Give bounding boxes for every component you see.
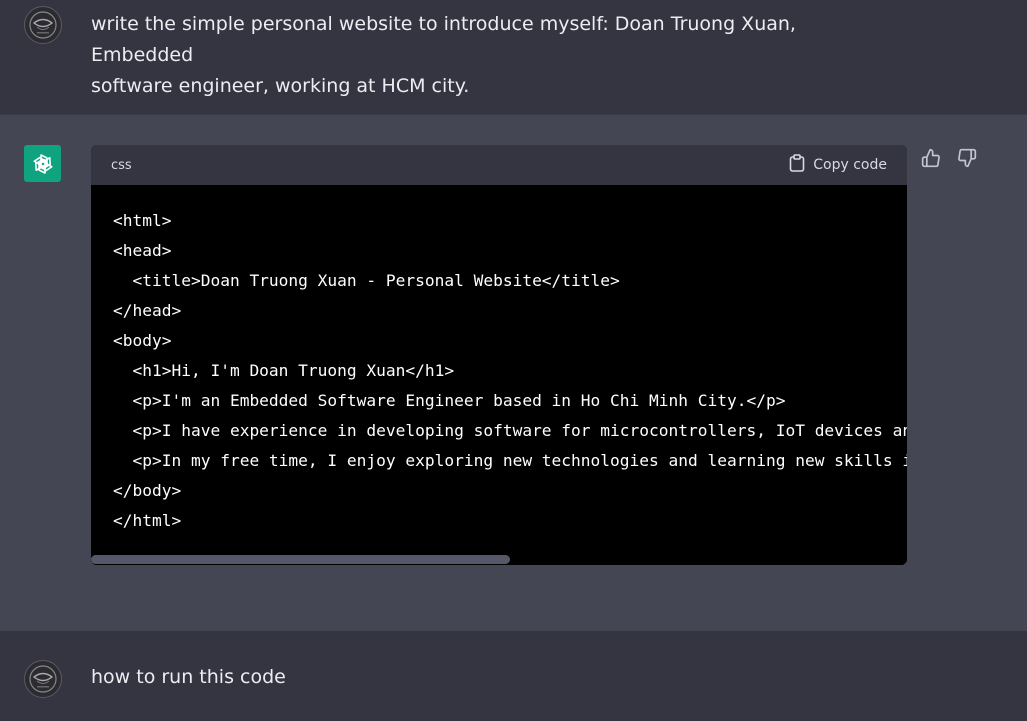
openai-logo-icon [24, 145, 61, 182]
code-line: <p>I have experience in developing softw… [113, 421, 907, 440]
code-line: </body> [113, 481, 182, 500]
code-content: <html> <head> <title>Doan Truong Xuan - … [91, 185, 907, 565]
assistant-message: css Copy code <html> <head> <title>Doan … [0, 114, 1027, 631]
scrollbar-thumb[interactable] [91, 555, 510, 564]
thumbs-up-icon [921, 148, 941, 172]
feedback-buttons [920, 148, 978, 172]
user-message-line-2: software engineer, working at HCM city. [91, 75, 470, 97]
horizontal-scrollbar[interactable] [91, 555, 907, 565]
user-avatar [24, 6, 62, 44]
code-line: <title>Doan Truong Xuan - Personal Websi… [113, 271, 620, 290]
user-message-line-1: write the simple personal website to int… [91, 13, 796, 66]
code-block-header: css Copy code [91, 145, 907, 185]
code-line: </head> [113, 301, 182, 320]
code-line: <head> [113, 241, 172, 260]
user-message-2: how to run this code [0, 631, 1027, 721]
user-message-text: write the simple personal website to int… [91, 9, 891, 102]
code-block: css Copy code <html> <head> <title>Doan … [91, 145, 907, 565]
user-avatar [24, 660, 62, 698]
code-language-label: css [111, 157, 132, 173]
user-message-text: how to run this code [91, 666, 286, 688]
user-message-1: write the simple personal website to int… [0, 0, 1027, 114]
code-line: <p>I'm an Embedded Software Engineer bas… [113, 391, 786, 410]
code-line: </html> [113, 511, 182, 530]
code-line: <body> [113, 331, 172, 350]
thumbs-down-button[interactable] [956, 148, 978, 172]
thumbs-down-icon [957, 148, 977, 172]
copy-code-button[interactable]: Copy code [789, 154, 887, 176]
copy-code-label: Copy code [813, 157, 887, 173]
thumbs-up-button[interactable] [920, 148, 942, 172]
code-line: <html> [113, 211, 172, 230]
clipboard-icon [789, 154, 805, 176]
code-line: <p>In my free time, I enjoy exploring ne… [113, 451, 907, 470]
code-line: <h1>Hi, I'm Doan Truong Xuan</h1> [113, 361, 455, 380]
